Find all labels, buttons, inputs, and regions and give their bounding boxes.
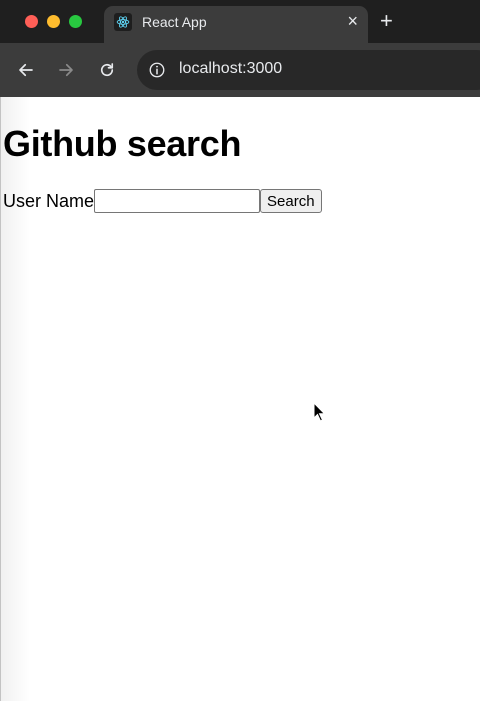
- close-tab-icon[interactable]: ×: [347, 11, 358, 31]
- browser-toolbar: localhost:3000: [0, 43, 480, 97]
- info-icon[interactable]: [148, 61, 166, 79]
- minimize-window-button[interactable]: [47, 15, 60, 28]
- browser-window-chrome: React App × + localhost:3000: [0, 0, 480, 97]
- tab-title: React App: [142, 14, 207, 30]
- zoom-window-button[interactable]: [69, 15, 82, 28]
- page-title: Github search: [3, 123, 242, 164]
- react-logo-icon: [114, 13, 132, 31]
- new-tab-icon[interactable]: +: [380, 9, 393, 33]
- address-bar[interactable]: localhost:3000: [137, 50, 480, 90]
- page-viewport: Github search User Name Search: [0, 97, 480, 701]
- reload-icon[interactable]: [95, 58, 119, 82]
- mouse-pointer-icon: [313, 402, 326, 422]
- url-text: localhost:3000: [179, 60, 283, 77]
- user-name-input[interactable]: [94, 189, 261, 213]
- arrow-right-icon[interactable]: [54, 58, 78, 82]
- arrow-left-icon[interactable]: [14, 58, 38, 82]
- close-window-button[interactable]: [25, 15, 38, 28]
- search-button[interactable]: Search: [260, 189, 322, 213]
- user-name-label: User Name: [3, 190, 95, 211]
- tab-react-app[interactable]: React App ×: [104, 6, 368, 43]
- tab-strip: React App × +: [0, 0, 480, 43]
- search-form: User Name Search: [3, 189, 322, 213]
